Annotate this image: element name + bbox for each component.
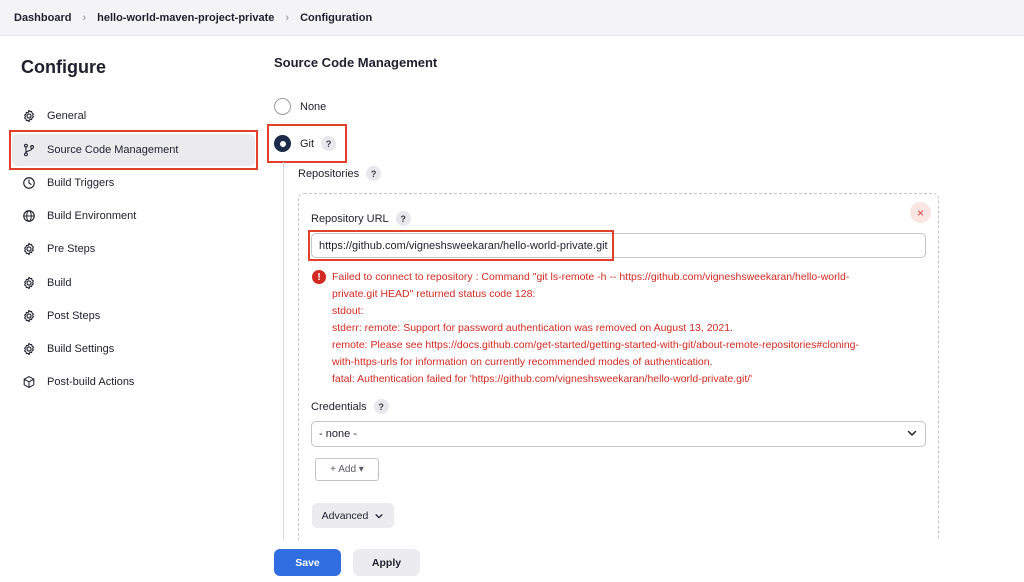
help-icon[interactable]: ? — [366, 166, 382, 181]
save-button[interactable]: Save — [274, 549, 341, 576]
sidebar-title: Configure — [21, 57, 106, 77]
sidebar-item-pre-steps[interactable]: Pre Steps — [12, 233, 255, 265]
sidebar-item-label: Post Steps — [47, 310, 101, 322]
error-line: remote: Please see https://docs.github.c… — [332, 339, 860, 351]
apply-button[interactable]: Apply — [353, 549, 420, 576]
error-line: with-https-urls for information on curre… — [332, 356, 713, 368]
breadcrumb-configuration[interactable]: Configuration — [300, 10, 372, 26]
breadcrumb: Dashboard › hello-world-maven-project-pr… — [0, 0, 1024, 36]
sidebar-item-post-steps[interactable]: Post Steps — [12, 300, 255, 332]
repository-url-input[interactable]: https://github.com/vigneshsweekaran/hell… — [311, 233, 926, 258]
sidebar-item-label: General — [47, 110, 87, 122]
cube-icon — [21, 374, 37, 390]
error-line: stderr: remote: Support for password aut… — [332, 322, 733, 334]
repository-url-label: Repository URL ? — [311, 211, 411, 226]
breadcrumb-dashboard[interactable]: Dashboard — [14, 10, 71, 26]
sidebar-item-source-code-management[interactable]: Source Code Management — [12, 134, 255, 166]
gear-icon — [21, 275, 37, 291]
clock-icon — [21, 175, 37, 191]
gear-icon — [21, 308, 37, 324]
sidebar-item-build-triggers[interactable]: Build Triggers — [12, 167, 255, 199]
radio-none[interactable] — [274, 98, 291, 115]
advanced-label: Advanced — [321, 509, 369, 522]
sidebar-item-post-build-actions[interactable]: Post-build Actions — [12, 366, 255, 398]
sidebar-item-build[interactable]: Build — [12, 267, 255, 299]
branch-icon — [21, 142, 37, 158]
sidebar-item-label: Build Environment — [47, 210, 137, 222]
help-icon[interactable]: ? — [395, 211, 411, 226]
chevron-down-icon — [374, 511, 384, 521]
scm-none-label: None — [300, 100, 327, 113]
chevron-right-icon: › — [82, 11, 87, 24]
error-line: stdout: — [332, 305, 364, 317]
section-divider — [283, 162, 284, 542]
scm-git-option[interactable]: Git ? — [274, 135, 337, 152]
advanced-button[interactable]: Advanced — [312, 503, 394, 528]
sidebar-item-label: Pre Steps — [47, 243, 96, 255]
sidebar-item-label: Source Code Management — [47, 144, 179, 156]
help-icon[interactable]: ? — [321, 136, 337, 151]
sidebar-item-label: Post-build Actions — [47, 376, 135, 388]
breadcrumb-project[interactable]: hello-world-maven-project-private — [97, 10, 274, 26]
connection-error-message: ! Failed to connect to repository : Comm… — [312, 269, 912, 388]
scm-none-option[interactable]: None — [274, 98, 326, 115]
error-line: Failed to connect to repository : Comman… — [332, 271, 850, 283]
page-title: Source Code Management — [274, 55, 438, 70]
sidebar-item-build-settings[interactable]: Build Settings — [12, 333, 255, 365]
sidebar-item-label: Build Triggers — [47, 177, 115, 189]
error-icon: ! — [312, 270, 326, 284]
chevron-down-icon — [906, 427, 918, 442]
sidebar-item-label: Build Settings — [47, 343, 115, 355]
credentials-selected-value: - none - — [319, 428, 357, 440]
scm-git-label: Git — [300, 137, 315, 150]
globe-icon — [21, 208, 37, 224]
add-credentials-button[interactable]: + Add ▾ — [315, 458, 379, 481]
gear-icon — [21, 108, 37, 124]
error-line: private.git HEAD" returned status code 1… — [332, 288, 536, 300]
radio-git[interactable] — [274, 135, 291, 152]
help-icon[interactable]: ? — [373, 399, 389, 414]
chevron-right-icon: › — [285, 11, 290, 24]
sidebar-item-build-environment[interactable]: Build Environment — [12, 200, 255, 232]
gear-icon — [21, 341, 37, 357]
credentials-label: Credentials ? — [311, 399, 389, 414]
sidebar-item-label: Build — [47, 277, 72, 289]
close-icon[interactable]: × — [910, 202, 931, 223]
credentials-select[interactable]: - none - — [311, 421, 926, 447]
sidebar-item-general[interactable]: General — [12, 100, 255, 132]
gear-icon — [21, 241, 37, 257]
repositories-label: Repositories ? — [298, 166, 382, 181]
error-line: fatal: Authentication failed for 'https:… — [332, 373, 753, 385]
